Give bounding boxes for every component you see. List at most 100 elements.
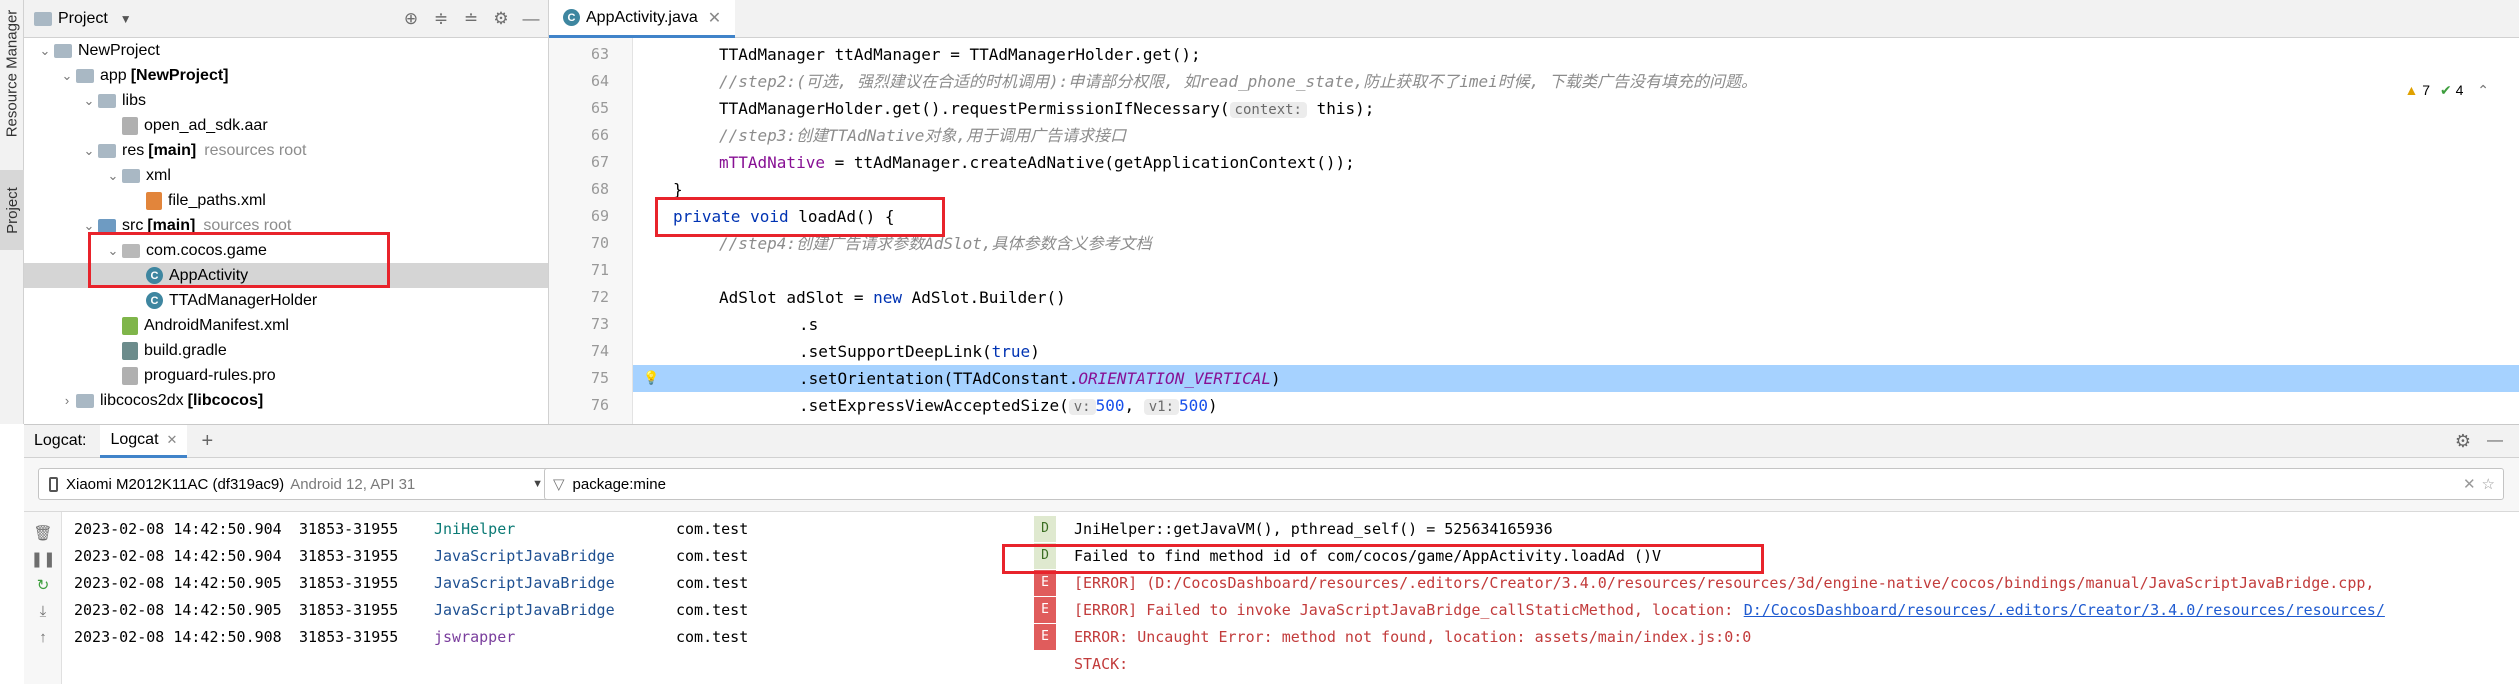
folder-icon bbox=[76, 68, 94, 83]
logcat-output[interactable]: 2023-02-08 14:42:50.904 31853-31955 JniHel… bbox=[62, 512, 2519, 684]
tree-item[interactable]: ⌄ res [main] resources root bbox=[24, 138, 548, 163]
log-time: 2023-02-08 14:42:50.905 bbox=[74, 601, 282, 619]
class-icon: C bbox=[146, 292, 163, 309]
tree-item[interactable]: ⌄ NewProject bbox=[24, 38, 548, 63]
log-row[interactable]: 2023-02-08 14:42:50.905 31853-31955 JavaSc… bbox=[62, 597, 2519, 624]
tree-item[interactable]: file_paths.xml bbox=[24, 188, 548, 213]
code-line[interactable]: .setSupportDeepLink(true) bbox=[633, 338, 2519, 365]
log-row[interactable]: 2023-02-08 14:42:50.905 31853-31955 JavaSc… bbox=[62, 570, 2519, 597]
number-literal: 500 bbox=[1179, 396, 1208, 415]
line-number: 73 bbox=[590, 315, 609, 333]
log-pid: 31853-31955 bbox=[299, 520, 399, 538]
annotation-box-method bbox=[655, 197, 945, 237]
close-icon[interactable]: ✕ bbox=[167, 432, 178, 448]
chevron-icon[interactable]: ⌄ bbox=[80, 93, 98, 109]
log-message: JniHelper::getJavaVM(), pthread_self() =… bbox=[1074, 520, 1553, 538]
trash-icon[interactable]: 🗑 bbox=[32, 522, 54, 544]
chevron-icon[interactable]: ⌄ bbox=[58, 68, 76, 84]
code-line[interactable]: mTTAdNative = ttAdManager.createAdNative… bbox=[633, 149, 2519, 176]
tree-item[interactable]: ⌄ xml bbox=[24, 163, 548, 188]
tree-item[interactable]: AndroidManifest.xml bbox=[24, 313, 548, 338]
minimize-icon[interactable]: — bbox=[2487, 432, 2503, 450]
project-panel: Project ▼ ⊕ ≑ ≐ ⚙ — ⌄ NewProject ⌄ app [NewP… bbox=[24, 0, 549, 424]
tree-item[interactable]: C TTAdManagerHolder bbox=[24, 288, 548, 313]
log-row[interactable]: 2023-02-08 14:42:50.908 31853-31955 jswrap… bbox=[62, 624, 2519, 651]
minimize-icon[interactable]: — bbox=[520, 8, 542, 30]
parameter-hint: v1: bbox=[1143, 399, 1180, 415]
filter-icon: ▽ bbox=[553, 476, 565, 493]
gear-icon[interactable]: ⚙ bbox=[490, 8, 512, 30]
chevron-icon[interactable]: ⌄ bbox=[104, 168, 122, 184]
tree-item[interactable]: ⌄ app [NewProject] bbox=[24, 63, 548, 88]
log-package: com.test bbox=[676, 547, 749, 565]
code-line[interactable]: AdSlot adSlot = new AdSlot.Builder() bbox=[633, 284, 2519, 311]
scroll-to-end-icon[interactable]: ⤓ bbox=[32, 600, 54, 622]
close-icon[interactable]: ✕ bbox=[708, 8, 721, 28]
tab-app-activity[interactable]: C AppActivity.java ✕ bbox=[549, 0, 736, 38]
tab-logcat[interactable]: Logcat ✕ bbox=[100, 424, 188, 458]
line-number: 66 bbox=[590, 126, 609, 144]
tree-item[interactable]: proguard-rules.pro bbox=[24, 363, 548, 388]
chevron-icon[interactable]: ⌄ bbox=[36, 43, 54, 59]
gear-icon[interactable]: ⚙ bbox=[2455, 431, 2471, 452]
tree-item-label: TTAdManagerHolder bbox=[169, 291, 318, 309]
tree-item-label: AndroidManifest.xml bbox=[144, 316, 289, 334]
phone-icon bbox=[49, 476, 58, 492]
tree-item[interactable]: ⌄ libs bbox=[24, 88, 548, 113]
resource-manager-tab[interactable]: Resource Manager bbox=[0, 8, 24, 138]
file-icon bbox=[146, 191, 162, 210]
device-selector[interactable]: Xiaomi M2012K11AC (df319ac9) Android 12,… bbox=[38, 468, 552, 500]
project-tool-tab[interactable]: Project bbox=[0, 170, 24, 250]
clear-filter-icon[interactable]: ✕ bbox=[2463, 475, 2476, 493]
collapse-all-icon[interactable]: ≐ bbox=[460, 8, 482, 30]
code-line[interactable]: .setExpressViewAcceptedSize(v: 500, v1: 50… bbox=[633, 392, 2519, 419]
code-line[interactable]: .s bbox=[633, 311, 2519, 338]
up-icon[interactable]: ↑ bbox=[32, 626, 54, 648]
tree-item[interactable]: › libcocos2dx [libcocos] bbox=[24, 388, 548, 413]
number-literal: 500 bbox=[1095, 396, 1125, 415]
project-view-selector[interactable]: Project bbox=[58, 10, 108, 28]
chevron-down-icon[interactable]: ▼ bbox=[120, 12, 132, 26]
restart-icon[interactable]: ↻ bbox=[32, 574, 54, 596]
log-level-badge: D bbox=[1034, 516, 1056, 542]
tree-item[interactable]: open_ad_sdk.aar bbox=[24, 113, 548, 138]
logcat-filter-input[interactable]: ▽ package:mine ✕ ☆ bbox=[544, 468, 2504, 500]
lightbulb-icon[interactable]: 💡 bbox=[643, 365, 659, 392]
log-package: com.test bbox=[676, 574, 749, 592]
log-package: com.test bbox=[676, 601, 749, 619]
line-number: 63 bbox=[590, 45, 609, 63]
pause-icon[interactable]: ❚❚ bbox=[30, 548, 55, 570]
code-text: ) bbox=[1271, 369, 1281, 388]
favorite-icon[interactable]: ☆ bbox=[2482, 475, 2495, 493]
project-panel-header: Project ▼ ⊕ ≑ ≐ ⚙ — bbox=[24, 0, 548, 38]
code-line[interactable]: TTAdManagerHolder.get().requestPermissio… bbox=[633, 95, 2519, 122]
code-line[interactable] bbox=[633, 257, 2519, 284]
log-tag: JavaScriptJavaBridge bbox=[434, 547, 615, 565]
code-line[interactable]: TTAdManager ttAdManager = TTAdManagerHol… bbox=[633, 41, 2519, 68]
line-number-gutter: 63 64 65 66 67 68 69 70 71 72 73 74 75 76 bbox=[549, 38, 633, 424]
chevron-icon[interactable]: ⌄ bbox=[80, 143, 98, 159]
code-line[interactable]: .setOrientation(TTAdConstant.ORIENTATION… bbox=[633, 365, 2519, 392]
code-line[interactable]: //step2:(可选, 强烈建议在合适的时机调用):申请部分权限, 如read… bbox=[633, 68, 2519, 95]
file-icon bbox=[122, 116, 138, 135]
expand-all-icon[interactable]: ≑ bbox=[430, 8, 452, 30]
add-tab-icon[interactable]: + bbox=[201, 430, 213, 453]
locate-icon[interactable]: ⊕ bbox=[400, 8, 422, 30]
log-message: ERROR: Uncaught Error: method not found,… bbox=[1074, 628, 1752, 646]
log-pid: 31853-31955 bbox=[299, 574, 399, 592]
line-number: 72 bbox=[590, 288, 609, 306]
file-icon bbox=[122, 366, 138, 385]
code-text: AdSlot.Builder() bbox=[902, 288, 1066, 307]
code-line[interactable]: //step3:创建TTAdNative对象,用于调用广告请求接口 bbox=[633, 122, 2519, 149]
tree-item-label: proguard-rules.pro bbox=[144, 366, 276, 384]
annotation-box-error bbox=[1002, 544, 1764, 574]
code-text: .setOrientation(TTAdConstant. bbox=[799, 369, 1079, 388]
logcat-toolbar: 🗑 ❚❚ ↻ ⤓ ↑ bbox=[24, 512, 62, 684]
tree-item[interactable]: build.gradle bbox=[24, 338, 548, 363]
field-name: mTTAdNative bbox=[719, 153, 825, 172]
log-row[interactable]: 2023-02-08 14:42:50.904 31853-31955 JniHel… bbox=[62, 516, 2519, 543]
log-link[interactable]: D:/CocosDashboard/resources/.editors/Cre… bbox=[1744, 597, 2385, 624]
chevron-icon[interactable]: › bbox=[58, 393, 76, 408]
folder-icon bbox=[98, 143, 116, 158]
log-row[interactable]: STACK: bbox=[62, 651, 2519, 678]
